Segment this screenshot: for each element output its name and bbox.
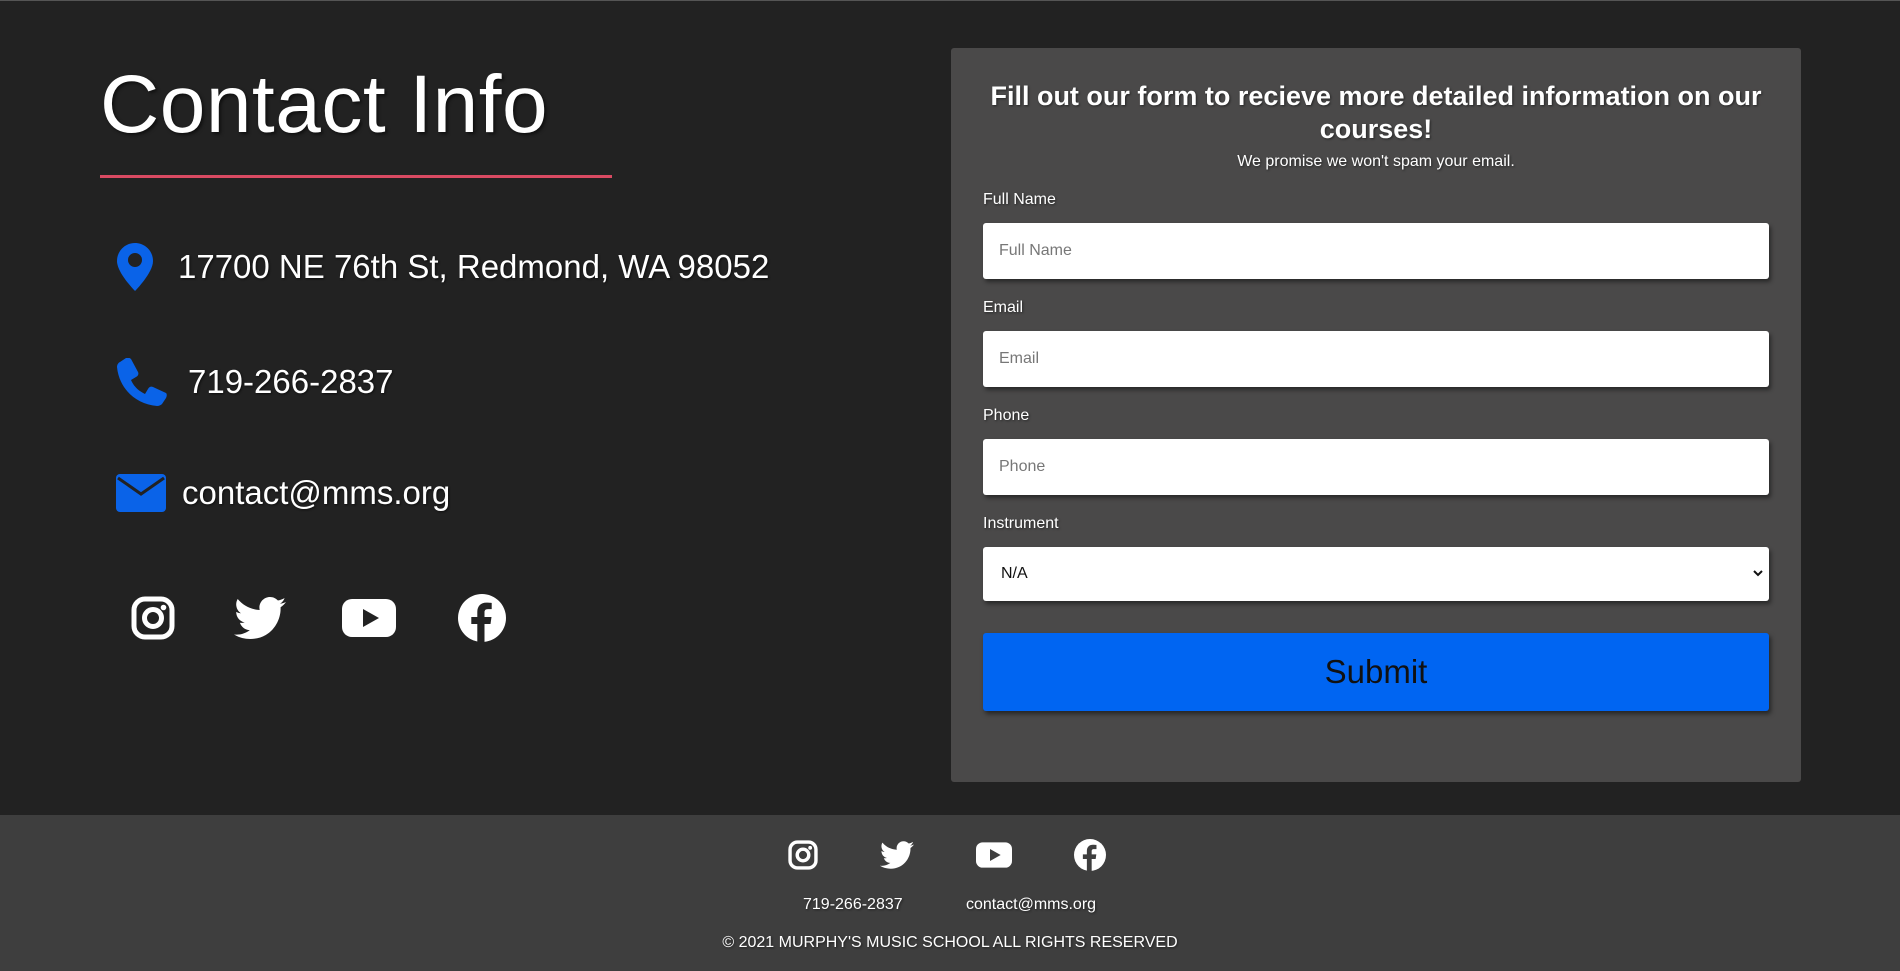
form-heading: Fill out our form to recieve more detail… <box>990 81 1762 144</box>
email-text: contact@mms.org <box>182 474 451 511</box>
full-name-label: Full Name <box>983 191 1056 208</box>
address-text: 17700 NE 76th St, Redmond, WA 98052 <box>178 248 770 285</box>
phone-text: 719-266-2837 <box>188 363 394 400</box>
address-row: 17700 NE 76th St, Redmond, WA 98052 <box>116 243 769 291</box>
facebook-icon[interactable] <box>458 594 506 642</box>
submit-button[interactable]: Submit <box>983 633 1769 711</box>
footer-copyright: © 2021 MURPHY'S MUSIC SCHOOL ALL RIGHTS … <box>722 934 1178 951</box>
instrument-select-value[interactable]: N/A <box>983 547 1769 601</box>
instagram-icon[interactable] <box>130 595 176 641</box>
email-row: contact@mms.org <box>116 473 450 513</box>
footer-email: contact@mms.org <box>966 896 1097 913</box>
facebook-icon[interactable] <box>1074 839 1106 871</box>
contact-info-section: Contact Info 17700 NE 76th St, Redmond, … <box>100 59 820 642</box>
youtube-icon[interactable] <box>976 841 1012 869</box>
top-border <box>0 0 1900 1</box>
footer: 719-266-2837 contact@mms.org © 2021 MURP… <box>0 815 1900 971</box>
instrument-select[interactable]: N/A <box>983 547 1769 601</box>
email-label: Email <box>983 299 1024 316</box>
form-subheading: We promise we won't spam your email. <box>1237 153 1515 170</box>
contact-title: Contact Info <box>100 59 549 150</box>
email-input[interactable] <box>983 331 1769 387</box>
title-underline <box>100 175 612 178</box>
youtube-icon[interactable] <box>342 598 396 638</box>
twitter-icon[interactable] <box>880 840 914 870</box>
social-links <box>130 594 506 642</box>
footer-phone: 719-266-2837 <box>803 896 903 913</box>
map-pin-icon <box>116 243 154 291</box>
phone-icon <box>116 357 168 407</box>
phone-label: Phone <box>983 407 1030 424</box>
phone-input[interactable] <box>983 439 1769 495</box>
footer-social-links <box>788 839 1106 871</box>
chevron-down-icon <box>1751 566 1765 580</box>
instrument-label: Instrument <box>983 515 1059 532</box>
envelope-icon <box>116 473 166 513</box>
info-request-form: Fill out our form to recieve more detail… <box>951 48 1801 782</box>
instagram-icon[interactable] <box>788 840 818 870</box>
twitter-icon[interactable] <box>234 596 286 640</box>
full-name-input[interactable] <box>983 223 1769 279</box>
phone-row: 719-266-2837 <box>116 357 394 407</box>
